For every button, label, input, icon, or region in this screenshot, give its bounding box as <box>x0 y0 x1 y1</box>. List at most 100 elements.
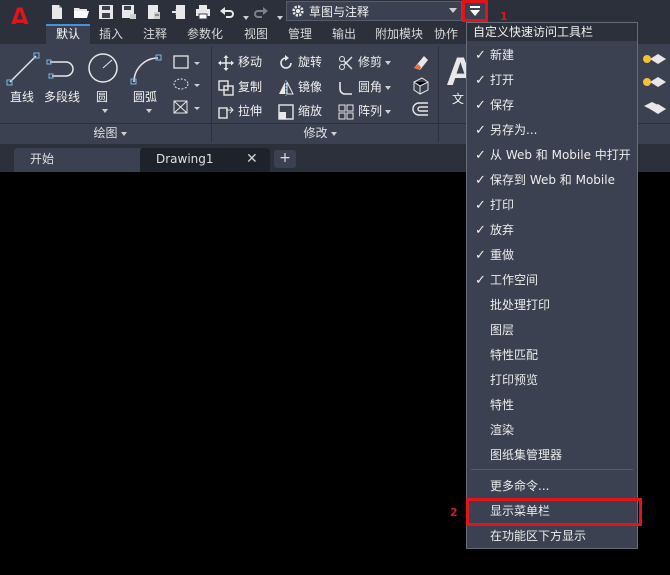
fillet-icon <box>339 81 352 95</box>
move-icon <box>218 54 234 71</box>
move-tool[interactable]: 移动 <box>218 53 262 71</box>
menu-item[interactable]: 特性 <box>467 393 637 418</box>
stretch-tool[interactable]: 拉伸 <box>218 102 262 120</box>
new-icon[interactable] <box>48 3 66 21</box>
tab-default[interactable]: 默认 <box>46 24 90 44</box>
doc-tab-start[interactable]: 开始 <box>14 148 142 172</box>
chevron-down-icon <box>449 8 457 13</box>
checkmark-icon: ✓ <box>475 148 486 163</box>
menu-item[interactable]: 渲染 <box>467 418 637 443</box>
trim-tool[interactable]: 修剪 <box>338 53 392 71</box>
array-icon <box>338 104 354 119</box>
line-tool-label[interactable]: 直线 <box>10 88 34 105</box>
line-tool-icon[interactable] <box>6 52 42 86</box>
menu-item[interactable]: ✓ 另存为... <box>467 118 637 143</box>
menu-item[interactable]: ✓ 打开 <box>467 68 637 93</box>
open-icon[interactable] <box>72 3 90 21</box>
menu-item[interactable]: 图纸集管理器 <box>467 443 637 468</box>
menu-item-label: 新建 <box>490 48 515 62</box>
tab-collaborate[interactable]: 协作 <box>434 24 470 44</box>
menu-item[interactable]: ✓ 放弃 <box>467 218 637 243</box>
hatch-tool-icon[interactable] <box>172 100 190 115</box>
menu-item[interactable]: ✓ 重做 <box>467 243 637 268</box>
checkmark-icon: ✓ <box>475 198 486 213</box>
tab-output[interactable]: 输出 <box>325 24 363 44</box>
redo-dropdown-caret[interactable] <box>274 10 283 24</box>
menu-item-label: 打印预览 <box>490 373 539 387</box>
menu-item[interactable]: 批处理打印 <box>467 293 637 318</box>
menu-item[interactable]: 打印预览 <box>467 368 637 393</box>
menu-item[interactable]: ✓ 打印 <box>467 193 637 218</box>
tab-annotate[interactable]: 注释 <box>136 24 174 44</box>
checkmark-icon: ✓ <box>475 48 486 63</box>
save-web-icon[interactable] <box>170 3 188 21</box>
checkmark-icon: ✓ <box>475 248 486 263</box>
close-icon[interactable]: ✕ <box>246 148 258 170</box>
modify-panel-title[interactable]: 修改 <box>270 124 370 142</box>
undo-icon[interactable] <box>218 3 236 21</box>
checkmark-icon: ✓ <box>475 223 486 238</box>
undo-dropdown-caret[interactable] <box>240 10 249 24</box>
explode-icon[interactable] <box>410 76 432 96</box>
tab-manage[interactable]: 管理 <box>281 24 319 44</box>
polyline-tool-icon[interactable] <box>46 56 82 84</box>
checkmark-icon: ✓ <box>475 273 486 288</box>
menu-item-more-commands[interactable]: 更多命令... <box>467 474 637 499</box>
menu-item[interactable]: ✓ 保存 <box>467 93 637 118</box>
new-tab-button[interactable]: + <box>274 150 296 168</box>
menu-item-label: 另存为... <box>490 123 538 137</box>
print-icon[interactable] <box>194 3 212 21</box>
save-as-icon[interactable] <box>120 3 138 21</box>
doc-tab-drawing1[interactable]: Drawing1 ✕ <box>140 148 270 172</box>
redo-icon[interactable] <box>252 3 270 21</box>
menu-item[interactable]: ✓ 工作空间 <box>467 268 637 293</box>
menu-item-label: 特性 <box>490 398 515 412</box>
menu-item-label: 渲染 <box>490 423 515 437</box>
rectangle-tool-icon[interactable] <box>172 53 190 68</box>
copy-icon <box>218 79 234 96</box>
callout-number-2: 2 <box>450 506 458 519</box>
menu-item-label: 图纸集管理器 <box>490 448 563 462</box>
chevron-down-icon <box>385 109 392 114</box>
open-web-icon[interactable] <box>145 3 163 21</box>
scale-tool[interactable]: 缩放 <box>278 102 322 120</box>
fillet-tool[interactable]: 圆角 <box>338 78 392 96</box>
save-icon[interactable] <box>97 3 115 21</box>
menu-item[interactable]: 特性匹配 <box>467 343 637 368</box>
draw-panel-title[interactable]: 绘图 <box>60 124 160 142</box>
tab-insert[interactable]: 插入 <box>92 24 130 44</box>
array-tool[interactable]: 阵列 <box>338 102 392 120</box>
tab-addins[interactable]: 附加模块 <box>369 24 429 44</box>
polyline-tool-label[interactable]: 多段线 <box>44 88 80 105</box>
ellipse-tool-icon[interactable] <box>172 77 190 92</box>
menu-item-label: 打开 <box>490 73 515 87</box>
rotate-tool[interactable]: 旋转 <box>278 53 322 71</box>
menu-item[interactable]: ✓ 保存到 Web 和 Mobile <box>467 168 637 193</box>
trim-icon <box>339 55 353 70</box>
menu-item-label: 特性匹配 <box>490 348 539 362</box>
text-tool-label[interactable]: 文 <box>452 90 464 107</box>
workspace-label: 草图与注释 <box>309 4 370 19</box>
tab-parametric[interactable]: 参数化 <box>180 24 230 44</box>
menu-item-show-below-ribbon[interactable]: 在功能区下方显示 <box>467 524 637 549</box>
arc-tool-icon[interactable] <box>128 52 164 86</box>
menu-item-label: 重做 <box>490 248 515 262</box>
circle-tool-icon[interactable] <box>86 52 120 86</box>
menu-item-label: 打印 <box>490 198 515 212</box>
erase-icon[interactable] <box>410 52 432 72</box>
tab-view[interactable]: 视图 <box>237 24 275 44</box>
mirror-tool[interactable]: 镜像 <box>278 78 322 96</box>
workspace-selector[interactable]: 草图与注释 <box>286 1 462 21</box>
offset-icon[interactable] <box>410 100 432 120</box>
chevron-down-icon <box>385 85 392 90</box>
copy-tool[interactable]: 复制 <box>218 78 262 96</box>
checkmark-icon: ✓ <box>475 173 486 188</box>
menu-item[interactable]: ✓ 从 Web 和 Mobile 中打开 <box>467 143 637 168</box>
arc-dropdown-caret[interactable] <box>143 103 152 117</box>
menu-item[interactable]: ✓ 新建 <box>467 43 637 68</box>
menu-item-label: 图层 <box>490 323 515 337</box>
callout-box-2 <box>466 498 642 526</box>
circle-dropdown-caret[interactable] <box>99 103 108 117</box>
checkmark-icon: ✓ <box>475 73 486 88</box>
menu-item[interactable]: 图层 <box>467 318 637 343</box>
